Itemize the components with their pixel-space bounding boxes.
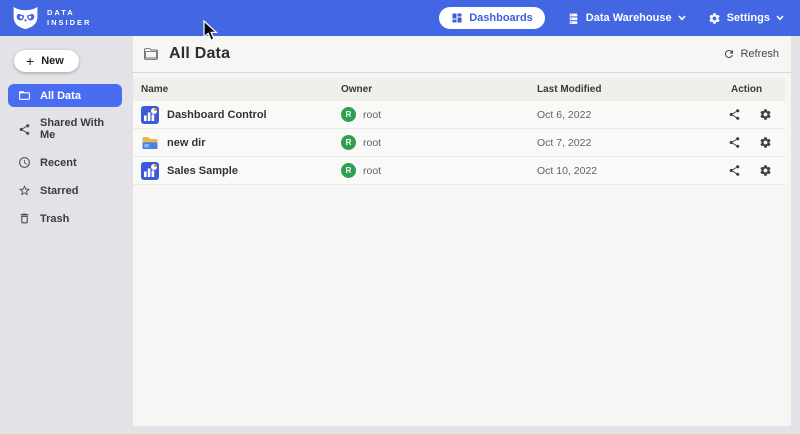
page-title: All Data <box>169 45 230 63</box>
folder-file-icon <box>141 134 159 152</box>
table-row[interactable]: Dashboard Control R root Oct 6, 2022 <box>133 101 785 129</box>
sidebar-item-all-data[interactable]: All Data <box>8 84 122 107</box>
last-modified-date: Oct 10, 2022 <box>529 165 723 177</box>
logo-text: DATA INSIDER <box>47 8 91 28</box>
star-icon <box>18 184 31 197</box>
sidebar-item-label: Trash <box>40 213 69 225</box>
owner-avatar: R <box>341 107 356 122</box>
gear-icon <box>708 12 721 25</box>
dashboards-label: Dashboards <box>469 12 533 24</box>
row-settings-button[interactable] <box>759 136 772 149</box>
refresh-icon <box>723 48 735 60</box>
table-header-row: Name Owner Last Modified Action <box>133 78 785 101</box>
dashboard-file-icon <box>141 106 159 124</box>
trash-icon <box>18 212 31 225</box>
share-icon <box>18 123 31 136</box>
table-row[interactable]: new dir R root Oct 7, 2022 <box>133 129 785 157</box>
data-table: Name Owner Last Modified Action <box>133 78 785 185</box>
owner-name: root <box>363 165 381 177</box>
database-icon <box>567 12 580 25</box>
sidebar-item-label: All Data <box>40 90 81 102</box>
settings-menu[interactable]: Settings <box>708 12 784 25</box>
new-button-label: New <box>41 55 64 67</box>
folder-icon <box>18 89 31 102</box>
sidebar-item-starred[interactable]: Starred <box>8 179 122 202</box>
owner-avatar: R <box>341 163 356 178</box>
sidebar-item-recent[interactable]: Recent <box>8 151 122 174</box>
table-row[interactable]: Sales Sample R root Oct 10, 2022 <box>133 157 785 185</box>
sidebar: + New All Data Shared With Me Recent <box>0 36 130 434</box>
chevron-down-icon <box>776 15 784 21</box>
new-button[interactable]: + New <box>14 50 79 72</box>
column-header-name: Name <box>133 84 333 95</box>
column-header-owner: Owner <box>333 84 529 95</box>
sidebar-item-label: Recent <box>40 157 77 169</box>
logo-line-1: DATA <box>47 8 91 18</box>
share-button[interactable] <box>728 136 741 149</box>
top-header: DATA INSIDER Dashboards Data Warehouse <box>0 0 800 36</box>
settings-label: Settings <box>727 12 770 24</box>
dashboards-icon <box>451 12 463 24</box>
owl-logo-icon <box>12 6 39 30</box>
share-button[interactable] <box>728 108 741 121</box>
folder-icon <box>143 46 159 62</box>
chevron-down-icon <box>678 15 686 21</box>
logo[interactable]: DATA INSIDER <box>12 6 91 30</box>
owner-avatar: R <box>341 135 356 150</box>
row-settings-button[interactable] <box>759 108 772 121</box>
share-button[interactable] <box>728 164 741 177</box>
top-nav: Dashboards Data Warehouse Settings <box>439 7 784 29</box>
file-name: new dir <box>167 137 206 149</box>
clock-icon <box>18 156 31 169</box>
data-warehouse-label: Data Warehouse <box>586 12 672 24</box>
sidebar-item-shared-with-me[interactable]: Shared With Me <box>8 112 122 146</box>
column-header-action: Action <box>723 84 785 95</box>
main-panel: All Data Refresh Name Owner Last Modifie… <box>133 36 791 426</box>
refresh-button[interactable]: Refresh <box>723 48 779 60</box>
sidebar-item-label: Starred <box>40 185 79 197</box>
row-settings-button[interactable] <box>759 164 772 177</box>
owner-name: root <box>363 137 381 149</box>
refresh-label: Refresh <box>740 48 779 60</box>
owner-name: root <box>363 109 381 121</box>
dashboard-file-icon <box>141 162 159 180</box>
logo-line-2: INSIDER <box>47 18 91 28</box>
sidebar-item-trash[interactable]: Trash <box>8 207 122 230</box>
data-warehouse-menu[interactable]: Data Warehouse <box>567 12 686 25</box>
plus-icon: + <box>26 56 34 66</box>
file-name: Sales Sample <box>167 165 238 177</box>
column-header-last-modified: Last Modified <box>529 84 723 95</box>
dashboards-button[interactable]: Dashboards <box>439 7 545 29</box>
last-modified-date: Oct 6, 2022 <box>529 109 723 121</box>
last-modified-date: Oct 7, 2022 <box>529 137 723 149</box>
content-header: All Data Refresh <box>133 36 791 73</box>
sidebar-item-label: Shared With Me <box>40 117 112 141</box>
file-name: Dashboard Control <box>167 109 267 121</box>
